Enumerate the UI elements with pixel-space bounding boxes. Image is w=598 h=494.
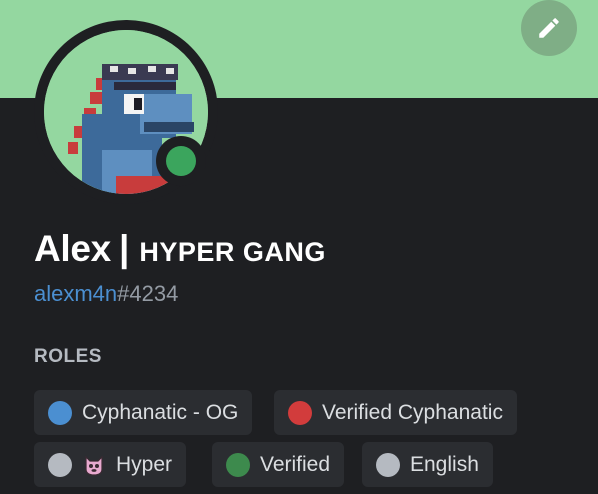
role-color-dot: [48, 452, 72, 477]
online-status-indicator: [166, 146, 196, 176]
edit-profile-button[interactable]: [521, 0, 577, 56]
role-label: Verified: [260, 452, 331, 476]
role-color-dot: [226, 452, 250, 477]
role-pill-english[interactable]: English: [362, 442, 493, 487]
role-label: English: [410, 452, 479, 476]
display-name: Alex: [34, 228, 111, 269]
name-tag: HYPER GANG: [139, 237, 326, 267]
discriminator: #4234: [117, 281, 179, 306]
role-pill-hyper[interactable]: Hyper: [34, 442, 187, 487]
role-pill-verified-cyphanatic[interactable]: Verified Cyphanatic: [274, 390, 517, 435]
role-label: Verified Cyphanatic: [322, 400, 503, 424]
name-row: Alex | HYPER GANG: [34, 228, 326, 270]
role-label: Hyper: [116, 452, 173, 476]
roles-heading: ROLES: [34, 346, 102, 367]
role-pill-verified[interactable]: Verified: [212, 442, 345, 487]
username: alexm4n: [34, 281, 118, 306]
pencil-icon: [539, 18, 559, 38]
role-color-dot: [48, 400, 72, 425]
role-color-dot: [376, 452, 400, 477]
role-label: Cyphanatic - OG: [82, 400, 239, 424]
name-separator: |: [118, 228, 130, 269]
role-pill-cyphanatic-og[interactable]: Cyphanatic - OG: [34, 390, 253, 435]
username-row: alexm4n#4234: [34, 281, 178, 307]
role-color-dot: [288, 400, 312, 425]
devil-cat-emoji-icon: [85, 455, 103, 476]
